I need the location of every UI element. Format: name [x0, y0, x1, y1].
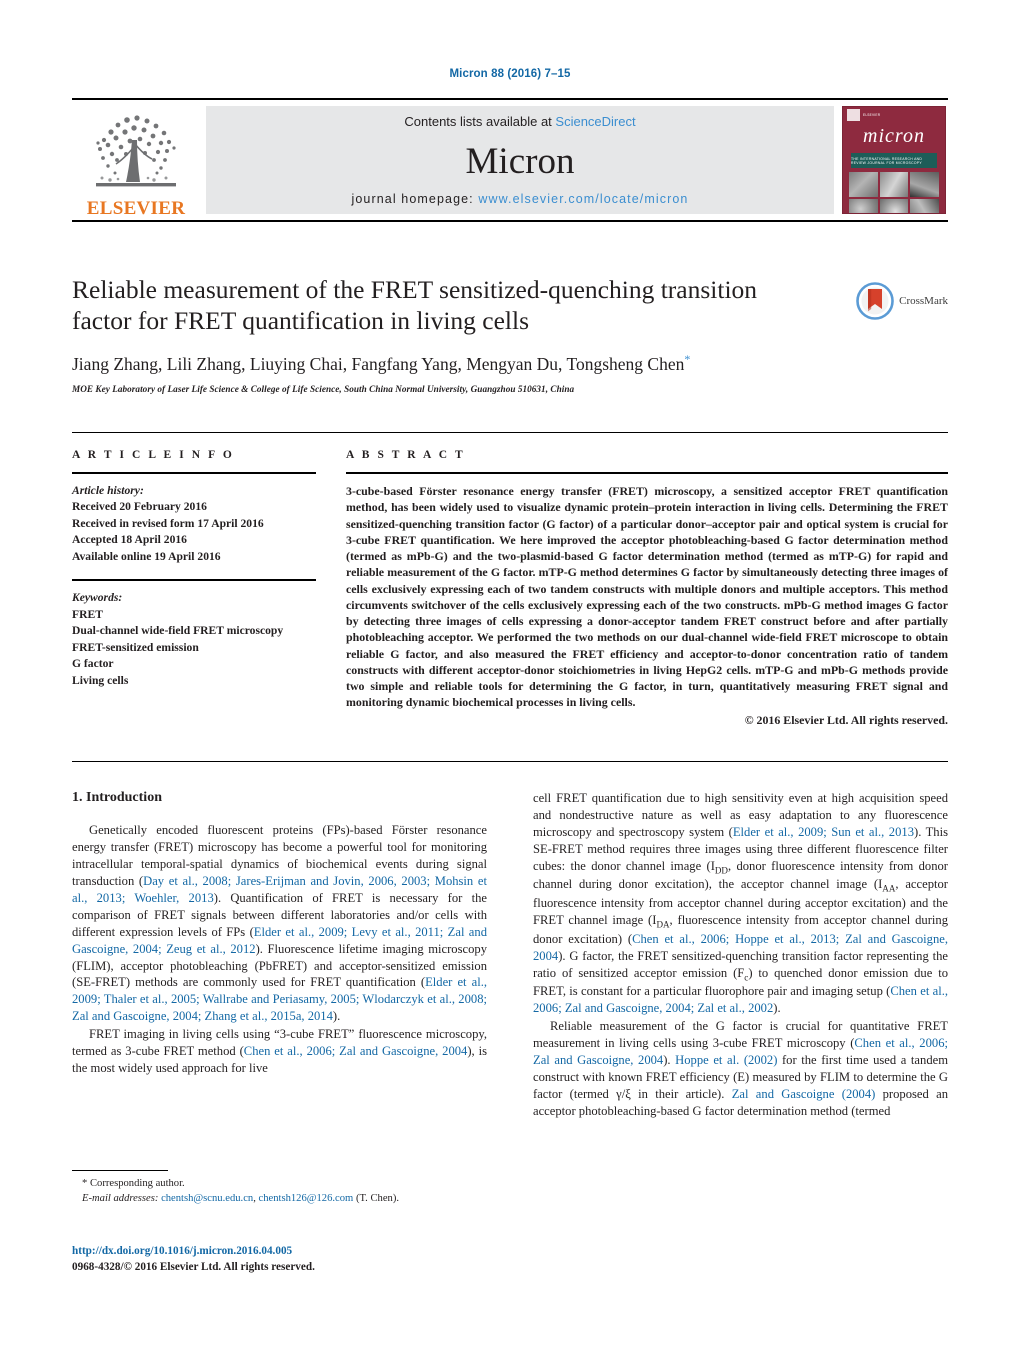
- contents-available-line: Contents lists available at ScienceDirec…: [404, 114, 635, 129]
- cover-micrograph: [879, 172, 909, 197]
- article-history-group: Article history: Received 20 February 20…: [72, 483, 316, 565]
- cover-subtitle: THE INTERNATIONAL RESEARCH AND REVIEW JO…: [851, 156, 923, 165]
- citation-link[interactable]: Hoppe et al. (2002): [675, 1053, 777, 1067]
- subscript-dd: DD: [714, 865, 728, 876]
- crossmark-icon: [856, 282, 894, 320]
- email-link-primary[interactable]: chentsh@scnu.edu.cn: [161, 1193, 253, 1204]
- footnote-corresponding-text: Corresponding author.: [89, 1178, 185, 1189]
- section-heading-introduction: 1. Introduction: [72, 790, 162, 805]
- journal-cover-image: ELSEVIER micron THE INTERNATIONAL RESEAR…: [842, 106, 946, 214]
- footnote-marker: *: [82, 1178, 88, 1189]
- keyword-item: G factor: [72, 657, 114, 671]
- paragraph: FRET imaging in living cells using “3-cu…: [72, 1026, 487, 1077]
- cover-subtitle-band: THE INTERNATIONAL RESEARCH AND REVIEW JO…: [851, 153, 937, 168]
- cover-micrograph: [910, 199, 939, 213]
- subscript-da: DA: [656, 919, 670, 930]
- footnote-email-line: E-mail addresses: chentsh@scnu.edu.cn, c…: [72, 1192, 487, 1207]
- cover-elsevier-icon: [847, 109, 860, 121]
- keyword-item: Living cells: [72, 673, 129, 687]
- keywords-group: Keywords: FRET Dual-channel wide-field F…: [72, 590, 316, 689]
- email-label: E-mail addresses:: [82, 1192, 159, 1204]
- page-title: Reliable measurement of the FRET sensiti…: [72, 275, 758, 336]
- journal-homepage-line: journal homepage: www.elsevier.com/locat…: [352, 192, 689, 206]
- journal-title: Micron: [465, 141, 575, 182]
- crossmark-badge[interactable]: CrossMark: [856, 282, 948, 320]
- author-list: Jiang Zhang, Lili Zhang, Liuying Chai, F…: [72, 352, 832, 375]
- email-owner: (T. Chen).: [353, 1192, 399, 1204]
- article-history-label: Article history:: [72, 484, 144, 497]
- info-abstract-band: A R T I C L E I N F O Article history: R…: [72, 432, 948, 762]
- history-item: Received in revised form 17 April 2016: [72, 516, 264, 530]
- corresponding-author-footnote: * Corresponding author. E-mail addresses…: [72, 1170, 487, 1207]
- paragraph: cell FRET quantification due to high sen…: [533, 790, 948, 1017]
- history-item: Available online 19 April 2016: [72, 549, 221, 563]
- footnote-divider: [72, 1170, 168, 1171]
- title-block: Reliable measurement of the FRET sensiti…: [72, 274, 948, 394]
- elsevier-wordmark: ELSEVIER: [86, 198, 186, 219]
- abstract-heading: A B S T R A C T: [346, 449, 466, 461]
- cover-micrograph: [910, 172, 939, 197]
- keyword-item: FRET-sensitized emission: [72, 640, 199, 654]
- left-column: 1. Introduction Genetically encoded fluo…: [72, 790, 487, 1121]
- journal-homepage-link[interactable]: www.elsevier.com/locate/micron: [478, 192, 688, 206]
- author-names: Jiang Zhang, Lili Zhang, Liuying Chai, F…: [72, 354, 685, 375]
- article-info-heading: A R T I C L E I N F O: [72, 449, 235, 461]
- cover-micrograph: [879, 199, 909, 213]
- email-link-secondary[interactable]: chentsh126@126.com: [259, 1193, 354, 1204]
- right-column: cell FRET quantification due to high sen…: [533, 790, 948, 1121]
- article-info-column: A R T I C L E I N F O Article history: R…: [72, 433, 330, 761]
- corresponding-author-marker[interactable]: *: [684, 352, 690, 366]
- text-run: ).: [773, 1001, 781, 1016]
- journal-article-page: Micron 88 (2016) 7–15 ELSEVIER Contents …: [0, 0, 1020, 1351]
- footnote-corresponding-line: * Corresponding author.: [72, 1177, 487, 1192]
- cover-micrograph: [849, 172, 878, 197]
- keyword-item: FRET: [72, 607, 103, 621]
- sciencedirect-link[interactable]: ScienceDirect: [555, 114, 635, 129]
- abstract-text: 3-cube-based Förster resonance energy tr…: [346, 484, 948, 710]
- journal-masthead: ELSEVIER Contents lists available at Sci…: [72, 98, 948, 222]
- elsevier-logo: ELSEVIER: [72, 100, 200, 220]
- citation-link[interactable]: Zal and Gascoigne (2004): [732, 1087, 876, 1101]
- cover-publisher-label: ELSEVIER: [863, 113, 881, 117]
- abstract-column: A B S T R A C T 3-cube-based Förster res…: [330, 433, 948, 761]
- citation-link[interactable]: Elder et al., 2009; Sun et al., 2013: [733, 825, 914, 839]
- text-run: ).: [332, 1009, 341, 1024]
- divider: [72, 472, 316, 474]
- keyword-item: Dual-channel wide-field FRET microscopy: [72, 624, 284, 638]
- subscript-aa: AA: [882, 883, 896, 894]
- history-item: Accepted 18 April 2016: [72, 533, 187, 547]
- masthead-center-panel: Contents lists available at ScienceDirec…: [206, 106, 834, 214]
- citation-link[interactable]: Chen et al., 2006; Zal and Gascoigne, 20…: [244, 1044, 468, 1058]
- cover-micrograph-grid: [849, 172, 939, 213]
- body-columns: 1. Introduction Genetically encoded fluo…: [72, 790, 948, 1121]
- cover-publisher-row: ELSEVIER: [843, 107, 945, 123]
- issn-copyright-line: 0968-4328/© 2016 Elsevier Ltd. All right…: [72, 1261, 315, 1274]
- keywords-label: Keywords:: [72, 591, 123, 605]
- abstract-copyright: © 2016 Elsevier Ltd. All rights reserved…: [744, 712, 948, 727]
- page-footer: http://dx.doi.org/10.1016/j.micron.2016.…: [72, 1243, 572, 1275]
- crossmark-label: CrossMark: [899, 295, 948, 307]
- elsevier-tree-icon: [82, 110, 190, 198]
- text-run: ).: [663, 1053, 676, 1068]
- history-item: Received 20 February 2016: [72, 500, 207, 514]
- doi-link[interactable]: http://dx.doi.org/10.1016/j.micron.2016.…: [72, 1243, 572, 1259]
- paragraph: Reliable measurement of the G factor is …: [533, 1018, 948, 1120]
- cover-journal-title: micron: [863, 125, 925, 147]
- paragraph: Genetically encoded fluorescent proteins…: [72, 822, 487, 1025]
- divider: [346, 472, 948, 474]
- cover-micrograph: [849, 199, 878, 213]
- divider: [72, 579, 316, 582]
- homepage-prefix: journal homepage:: [351, 192, 479, 206]
- affiliation: MOE Key Laboratory of Laser Life Science…: [72, 384, 575, 395]
- running-head: Micron 88 (2016) 7–15: [449, 68, 571, 80]
- contents-prefix: Contents lists available at: [404, 114, 556, 129]
